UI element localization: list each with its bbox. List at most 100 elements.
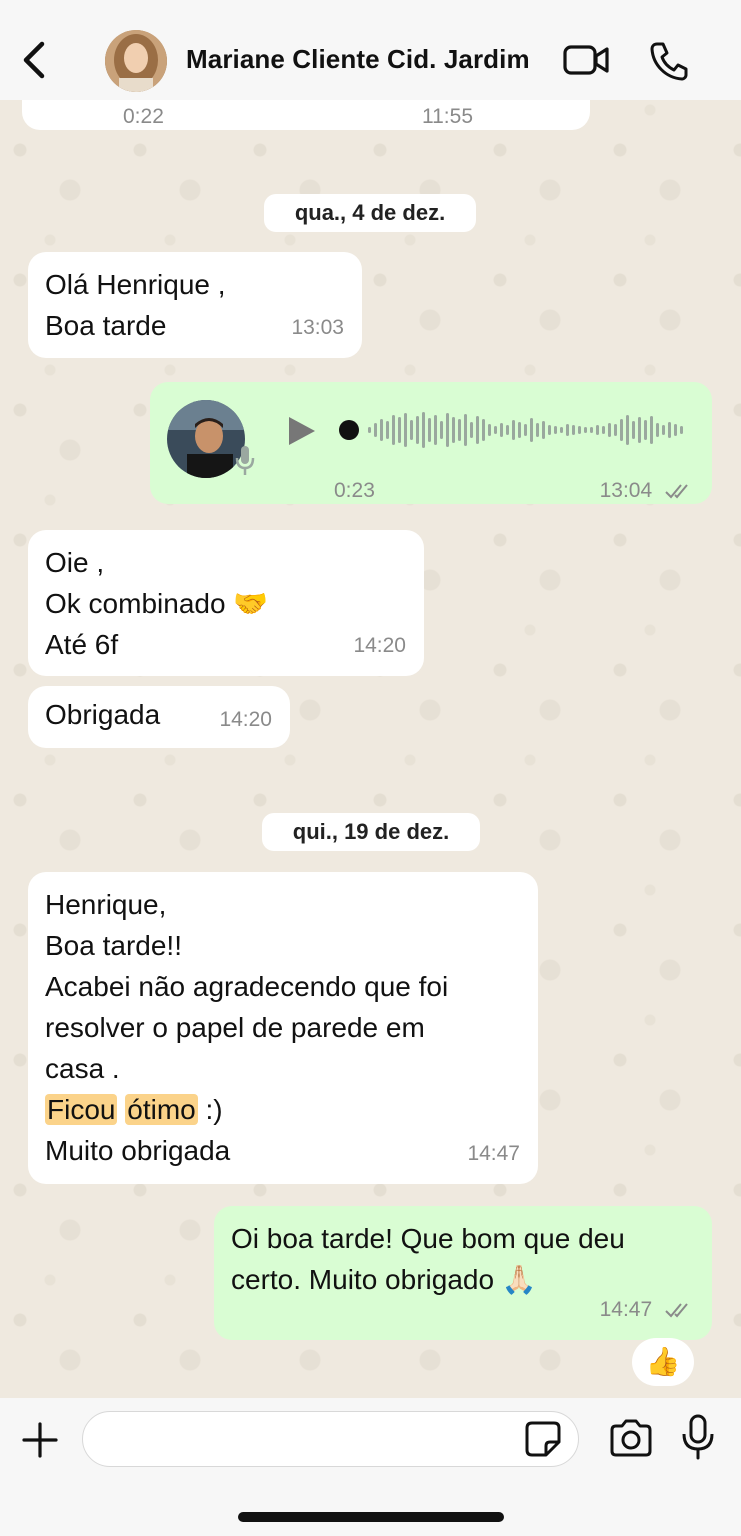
waveform-bar bbox=[650, 416, 653, 444]
message-time: 14:47 bbox=[600, 1289, 694, 1330]
waveform-bar bbox=[476, 416, 479, 444]
message-line: Ficou ótimo :) bbox=[45, 1089, 521, 1130]
message-text: :) bbox=[197, 1094, 223, 1125]
waveform-bar bbox=[518, 422, 521, 438]
waveform-bar bbox=[458, 419, 461, 441]
attach-button[interactable] bbox=[20, 1420, 60, 1460]
message-line: Ok combinado 🤝 bbox=[45, 588, 269, 619]
time-text: 13:04 bbox=[599, 479, 653, 502]
double-check-icon bbox=[665, 1303, 688, 1318]
sticker-button[interactable] bbox=[524, 1420, 562, 1458]
waveform-bar bbox=[548, 425, 551, 435]
waveform-bar bbox=[596, 425, 599, 435]
waveform-bar bbox=[578, 426, 581, 434]
contact-avatar[interactable] bbox=[105, 30, 167, 92]
date-separator: qua., 4 de dez. bbox=[264, 194, 476, 232]
microphone-icon bbox=[682, 1414, 714, 1460]
waveform-bar bbox=[404, 413, 407, 447]
message-line: resolver o papel de parede em bbox=[45, 1012, 425, 1043]
waveform-bar bbox=[398, 417, 401, 443]
waveform-bar bbox=[392, 415, 395, 445]
waveform-bar bbox=[560, 427, 563, 433]
sticker-icon bbox=[525, 1421, 561, 1457]
waveform-bar bbox=[662, 425, 665, 435]
highlighted-word: ótimo bbox=[125, 1094, 198, 1125]
date-separator: qui., 19 de dez. bbox=[262, 813, 480, 851]
waveform-bar bbox=[494, 426, 497, 434]
thumbs-up-icon: 👍 bbox=[645, 1346, 681, 1377]
waveform-bar bbox=[470, 422, 473, 438]
camera-icon bbox=[610, 1419, 652, 1457]
waveform-bar bbox=[374, 423, 377, 437]
waveform-bar bbox=[602, 426, 605, 434]
chat-header: Mariane Cliente Cid. Jardim bbox=[0, 0, 741, 100]
waveform-bar bbox=[608, 423, 611, 437]
incoming-message[interactable]: Obrigada 14:20 bbox=[28, 686, 290, 748]
waveform-bar bbox=[524, 424, 527, 436]
waveform-bar bbox=[368, 427, 371, 433]
waveform-bar bbox=[584, 427, 587, 433]
message-time: 13:04 bbox=[600, 470, 694, 511]
waveform-bar bbox=[464, 414, 467, 446]
double-check-icon bbox=[665, 484, 688, 499]
voice-duration: 0:22 bbox=[123, 105, 164, 128]
waveform-bar bbox=[554, 426, 557, 434]
incoming-message[interactable]: Henrique, Boa tarde!! Acabei não agradec… bbox=[28, 872, 538, 1184]
waveform-bar bbox=[506, 425, 509, 435]
waveform-bar bbox=[488, 424, 491, 436]
waveform-bar bbox=[572, 425, 575, 435]
message-time: 14:20 bbox=[219, 708, 272, 731]
message-time: 14:20 bbox=[353, 634, 406, 657]
message-line: Acabei não agradecendo que foi bbox=[45, 971, 449, 1002]
waveform-bar bbox=[644, 420, 647, 440]
message-line: Henrique, bbox=[45, 889, 167, 920]
video-call-button[interactable] bbox=[562, 40, 610, 80]
voice-call-button[interactable] bbox=[648, 40, 690, 82]
message-time: 11:55 bbox=[422, 105, 473, 128]
incoming-message[interactable]: Oie , Ok combinado 🤝 Até 6f 14:20 bbox=[28, 530, 424, 676]
camera-button[interactable] bbox=[608, 1418, 654, 1458]
back-button[interactable] bbox=[18, 38, 54, 82]
waveform-bar bbox=[422, 412, 425, 448]
message-line: Oi boa tarde! Que bom que deu bbox=[231, 1223, 625, 1254]
waveform-bar bbox=[500, 423, 503, 437]
message-input[interactable] bbox=[82, 1411, 579, 1467]
waveform-bar bbox=[482, 419, 485, 441]
incoming-message[interactable]: Olá Henrique , Boa tarde 13:03 bbox=[28, 252, 362, 358]
voice-waveform[interactable] bbox=[338, 408, 690, 452]
reaction-badge[interactable]: 👍 bbox=[632, 1338, 694, 1386]
waveform-bar bbox=[452, 417, 455, 443]
video-camera-icon bbox=[563, 45, 609, 75]
message-line: Muito obrigada bbox=[45, 1135, 231, 1166]
waveform-bar bbox=[626, 415, 629, 445]
highlighted-word: Ficou bbox=[45, 1094, 118, 1125]
waveform-bar bbox=[530, 418, 533, 442]
phone-icon bbox=[650, 42, 688, 81]
waveform-bar bbox=[434, 415, 437, 445]
waveform-bar bbox=[614, 424, 617, 436]
plus-icon bbox=[22, 1422, 58, 1458]
waveform-bar bbox=[542, 421, 545, 439]
outgoing-message[interactable]: Oi boa tarde! Que bom que deu certo. Mui… bbox=[214, 1206, 712, 1340]
waveform-bar bbox=[656, 423, 659, 437]
microphone-icon bbox=[234, 444, 256, 478]
message-time: 13:03 bbox=[291, 316, 344, 339]
waveform-bar bbox=[620, 419, 623, 441]
home-indicator bbox=[238, 1512, 504, 1522]
waveform-bar bbox=[380, 419, 383, 441]
time-text: 14:47 bbox=[599, 1298, 653, 1321]
waveform-bar bbox=[536, 423, 539, 437]
message-time: 14:47 bbox=[467, 1142, 520, 1165]
contact-name[interactable]: Mariane Cliente Cid. Jardim bbox=[186, 44, 530, 75]
waveform-bar bbox=[512, 420, 515, 440]
play-button[interactable] bbox=[284, 414, 318, 448]
outgoing-voice-message[interactable]: 0:23 13:04 bbox=[150, 382, 712, 504]
message-line: Boa tarde!! bbox=[45, 930, 182, 961]
waveform-bar bbox=[416, 416, 419, 444]
waveform-bar bbox=[440, 421, 443, 439]
waveform-bar bbox=[638, 417, 641, 443]
chevron-left-icon bbox=[23, 41, 45, 79]
waveform-bar bbox=[674, 424, 677, 436]
avatar-image bbox=[105, 30, 167, 92]
record-voice-button[interactable] bbox=[680, 1414, 716, 1460]
